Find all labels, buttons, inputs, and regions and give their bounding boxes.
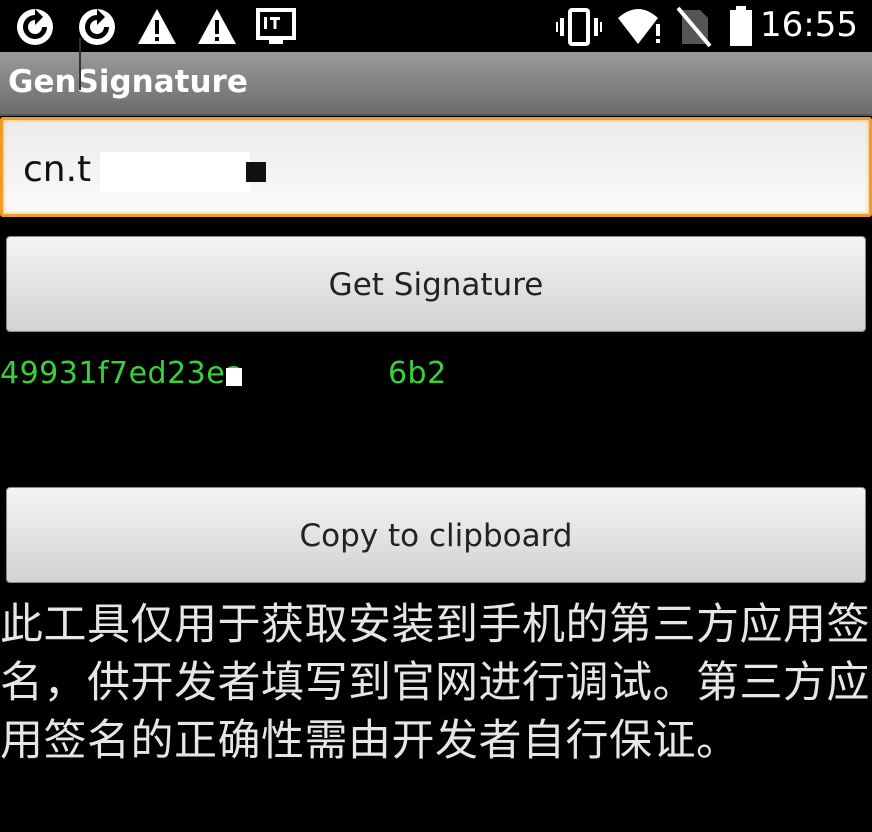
info-description: 此工具仅用于获取安装到手机的第三方应用签名，供开发者填写到官网进行调试。第三方应… — [0, 600, 870, 766]
status-time: 16:55 — [760, 5, 858, 45]
sync-icon — [79, 9, 115, 45]
warning-icon — [138, 9, 176, 44]
status-bar: 16:55 — [0, 0, 872, 52]
title-bar: GenSignature — [0, 52, 872, 116]
warning-icon — [198, 9, 236, 44]
it-icon — [256, 8, 296, 44]
sync-icon — [17, 9, 53, 45]
vibrate-icon — [556, 8, 602, 46]
battery-icon — [730, 6, 752, 46]
redaction-mask — [248, 356, 390, 392]
no-sim-icon — [676, 6, 712, 48]
copy-clipboard-button[interactable]: Copy to clipboard — [6, 487, 866, 583]
redaction-mark — [246, 162, 266, 182]
wifi-icon — [618, 9, 660, 44]
text-caret — [79, 38, 81, 90]
redaction-mask — [226, 368, 242, 386]
app-screen: 16:55 GenSignature Get Signature 49931f7… — [0, 0, 872, 832]
get-signature-button[interactable]: Get Signature — [6, 236, 866, 332]
app-title: GenSignature — [8, 64, 248, 100]
redaction-mask — [100, 152, 250, 192]
